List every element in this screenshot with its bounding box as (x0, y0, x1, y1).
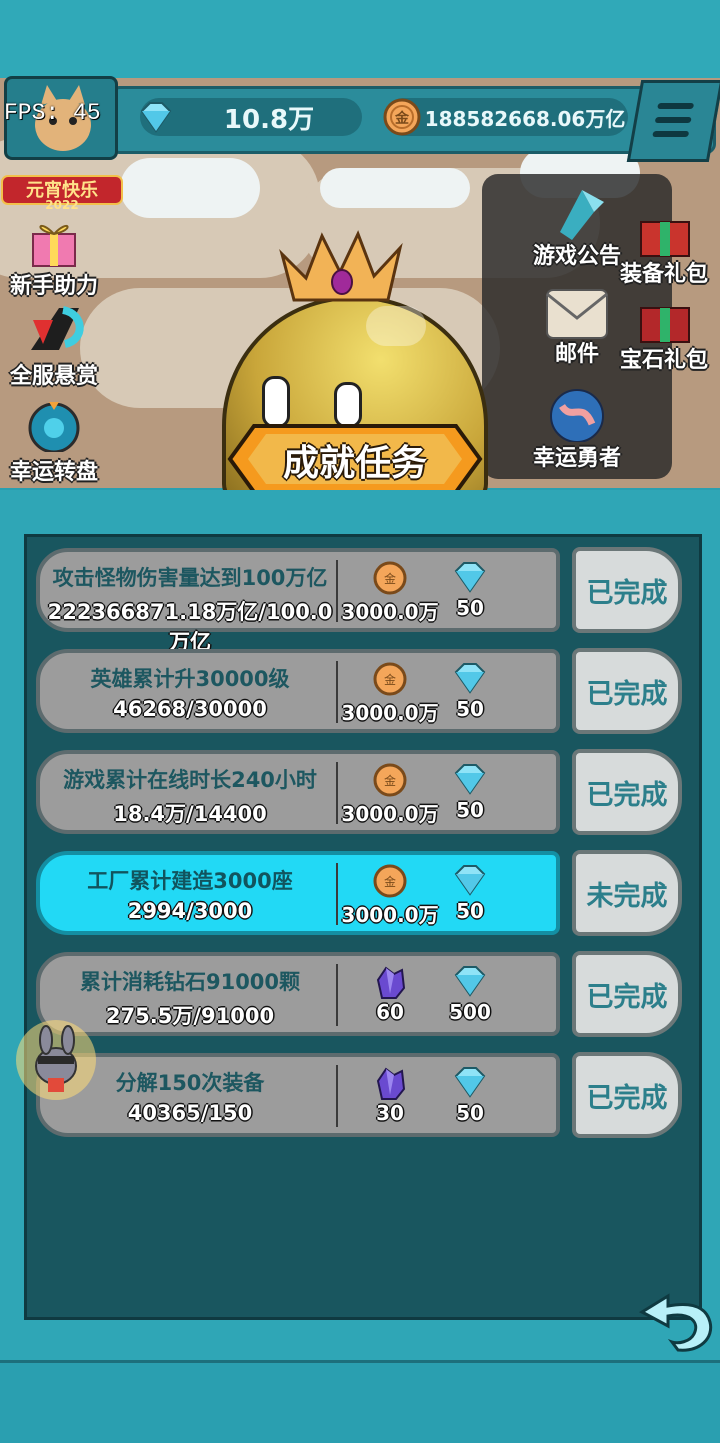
gold-coin-icon: 金 (373, 561, 407, 595)
menu-label: 装备礼包 (619, 262, 708, 287)
reward-2-amount: 50 (456, 596, 484, 620)
diamond-icon (454, 764, 486, 795)
gold-coin-icon: 金 (373, 662, 407, 696)
sidebar-label: 幸运转盘 (9, 460, 98, 485)
task-row: 攻击怪物伤害量达到100万亿 222366871.18万亿/100.0万亿 金 … (36, 548, 560, 654)
bunny-pet-icon (35, 1025, 77, 1092)
task-row: 累计消耗钻石91000颗 275.5万/91000 60 500 (36, 952, 560, 1036)
menu-label: 幸运勇者 (532, 446, 621, 471)
purple-crystal-icon (376, 1067, 406, 1100)
reward-1-amount: 30 (376, 1101, 404, 1125)
lucky-hero-icon (550, 389, 604, 443)
back-arrow-icon (638, 1293, 713, 1352)
diamond-icon (454, 562, 486, 593)
gold-counter: 金 188582668.06万亿 (383, 98, 628, 136)
task-row: 游戏累计在线时长240小时 18.4万/14400 金 3000.0万 50 (36, 750, 560, 834)
sidebar-item-lucky-wheel[interactable]: 幸运转盘 (2, 400, 106, 486)
task-row: 英雄累计升30000级 46268/30000 金 3000.0万 50 (36, 649, 560, 733)
sidebar-item-newbie-help[interactable]: 新手助力 (2, 214, 106, 300)
task-row: 工厂累计建造3000座 2994/3000 金 3000.0万 50 (36, 851, 560, 935)
task-status-button[interactable]: 未完成 (572, 850, 682, 936)
task-progress: 46268/30000 (113, 697, 267, 721)
reward-1-amount: 3000.0万 (341, 701, 439, 725)
gift-icon (32, 224, 76, 267)
svg-text:金: 金 (394, 110, 410, 127)
reward-arrow-icon (31, 306, 84, 350)
fps-counter: FPS: 45 (4, 100, 101, 126)
task-name: 游戏累计在线时长240小时 (63, 768, 317, 792)
sidebar-label: 新手助力 (9, 274, 98, 299)
main-menu-button[interactable] (626, 80, 720, 162)
task-row: 分解150次装备 40365/150 30 50 (36, 1053, 560, 1137)
page-title: 成就任务 (282, 443, 427, 484)
purple-crystal-icon (376, 966, 406, 999)
task-name: 累计消耗钻石91000颗 (79, 970, 301, 994)
reward-1-amount: 3000.0万 (341, 903, 439, 927)
reward-1-amount: 3000.0万 (341, 600, 439, 624)
task-progress: 18.4万/14400 (113, 802, 267, 826)
reward-2-amount: 50 (456, 798, 484, 822)
back-button[interactable] (638, 1282, 718, 1352)
reward-2-amount: 500 (449, 1000, 491, 1024)
menu-label: 宝石礼包 (619, 348, 708, 373)
diamond-icon (454, 966, 486, 997)
festival-badge[interactable]: 元宵快乐 2022 (0, 172, 124, 212)
menu-item-gem-gift[interactable]: 宝石礼包 (612, 298, 716, 374)
bottom-frame (0, 1360, 720, 1443)
reward-1-amount: 3000.0万 (341, 802, 439, 826)
svg-text:金: 金 (384, 874, 396, 889)
gem-value: 10.8万 (223, 104, 315, 135)
task-status-button[interactable]: 已完成 (572, 648, 682, 734)
festival-year: 2022 (45, 198, 79, 212)
mail-icon (546, 289, 608, 339)
gold-coin-icon: 金 (373, 763, 407, 797)
reward-2-amount: 50 (456, 697, 484, 721)
title-banner: 成就任务 (226, 420, 484, 498)
diamond-icon (140, 102, 172, 133)
reward-2-amount: 50 (456, 1101, 484, 1125)
announcement-icon (560, 190, 604, 240)
task-status-button[interactable]: 已完成 (572, 1052, 682, 1138)
task-name: 工厂累计建造3000座 (87, 869, 293, 893)
diamond-icon (454, 1067, 486, 1098)
svg-text:金: 金 (384, 672, 396, 687)
task-status-button[interactable]: 已完成 (572, 547, 682, 633)
diamond-icon (454, 663, 486, 694)
equipment-gift-icon (640, 221, 690, 257)
task-status-button[interactable]: 已完成 (572, 749, 682, 835)
gold-value: 188582668.06万亿 (424, 106, 626, 131)
reward-2-amount: 50 (456, 899, 484, 923)
gem-gift-icon (640, 307, 690, 343)
gold-coin-icon: 金 (373, 864, 407, 898)
task-name: 英雄累计升30000级 (90, 667, 290, 691)
sidebar-label: 全服悬赏 (9, 364, 98, 389)
wheel-icon (28, 402, 80, 454)
task-progress: 2994/3000 (127, 899, 253, 923)
task-status-button[interactable]: 已完成 (572, 951, 682, 1037)
menu-item-lucky-hero[interactable]: 幸运勇者 (522, 386, 632, 472)
menu-item-equipment-gift[interactable]: 装备礼包 (612, 212, 716, 288)
task-progress: 222366871.18万亿/100.0万亿 (47, 600, 333, 654)
svg-text:金: 金 (384, 773, 396, 788)
task-progress: 40365/150 (127, 1101, 253, 1125)
gem-counter: 10.8万 (140, 98, 362, 136)
crown-icon (279, 230, 403, 302)
sidebar-item-server-bounty[interactable]: 全服悬赏 (2, 300, 106, 390)
task-name: 攻击怪物伤害量达到100万亿 (52, 566, 328, 590)
top-frame (0, 0, 720, 81)
floating-pet-button[interactable] (16, 1020, 96, 1100)
svg-text:金: 金 (384, 571, 396, 586)
gold-coin-icon: 金 (383, 98, 421, 136)
reward-1-amount: 60 (376, 1000, 404, 1024)
diamond-icon (454, 865, 486, 896)
